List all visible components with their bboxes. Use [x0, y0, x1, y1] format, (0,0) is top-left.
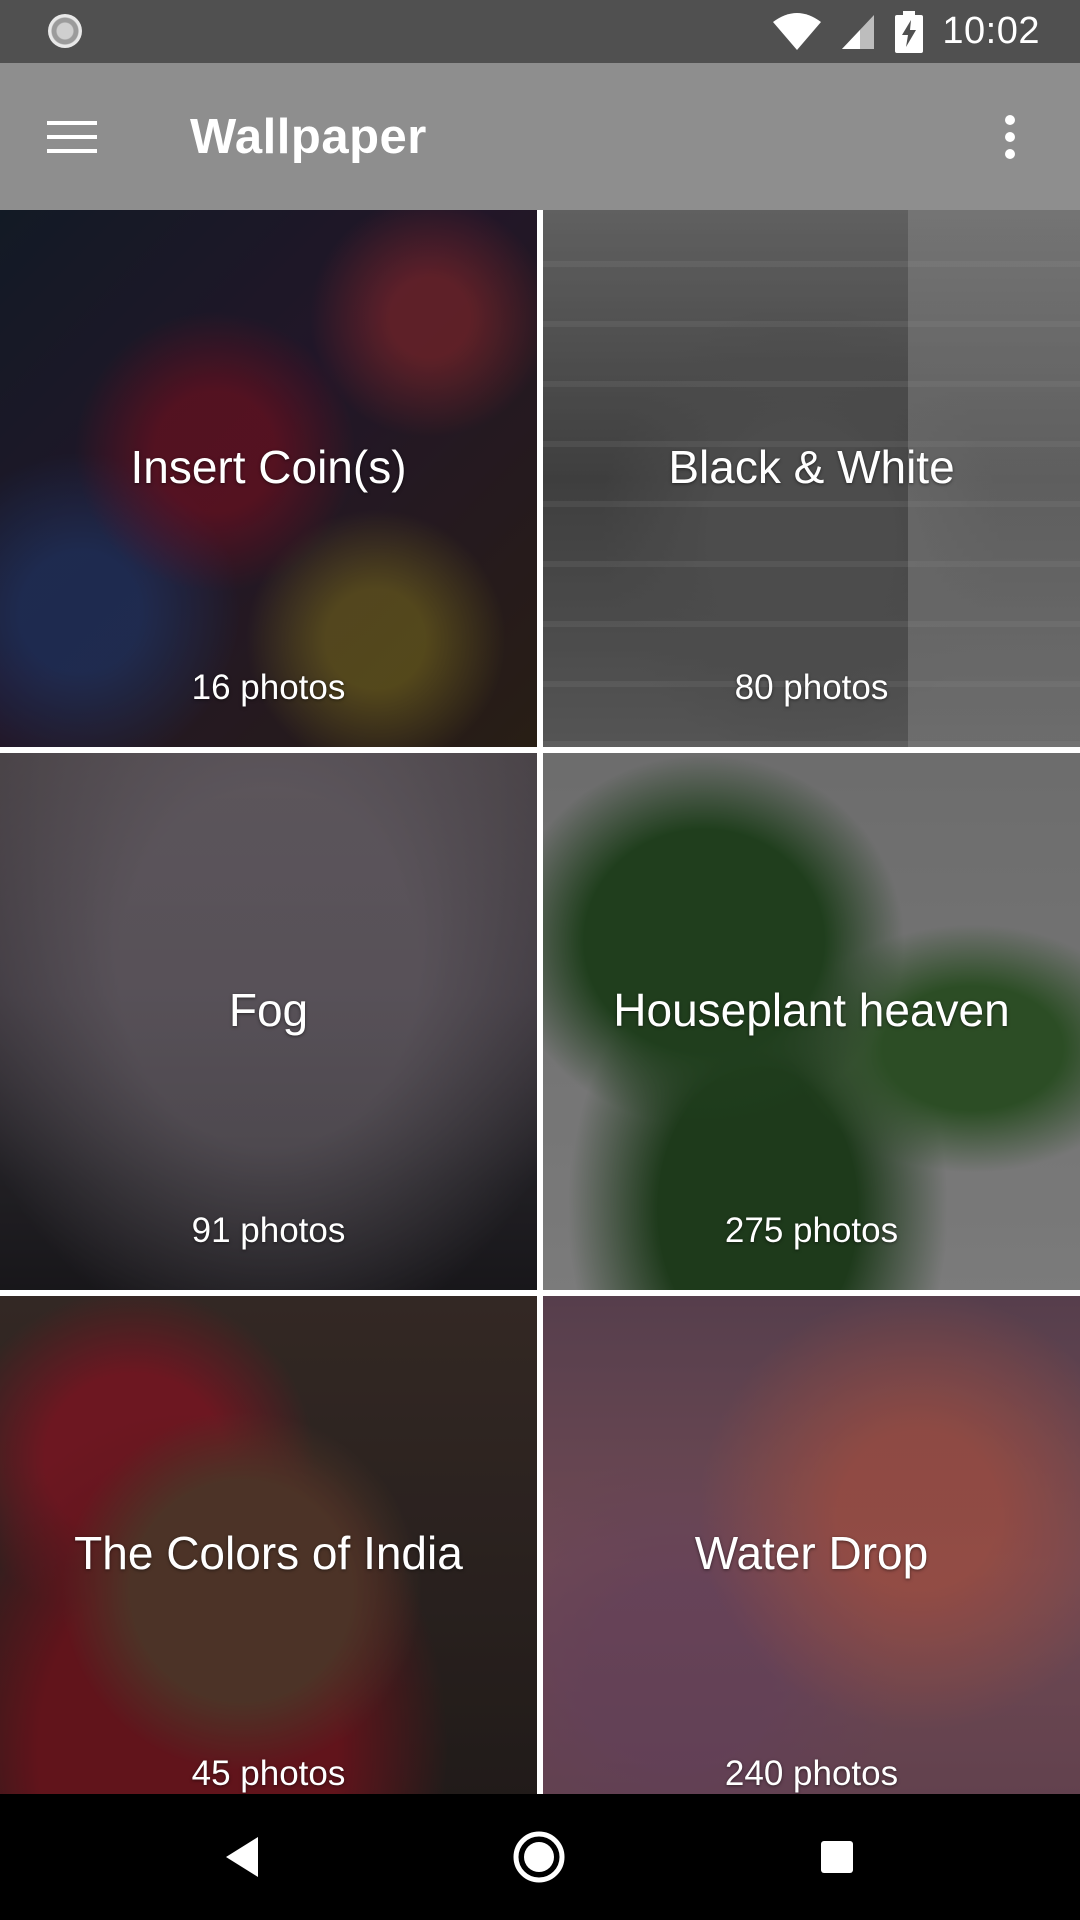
status-bar: 10:02 — [0, 0, 1080, 63]
battery-charging-icon — [895, 10, 924, 53]
app-bar: Wallpaper — [0, 63, 1080, 210]
collection-photo-count: 240 photos — [724, 1754, 899, 1793]
collections-grid: Insert Coin(s) 16 photos Black & White 8… — [0, 210, 1080, 1794]
collection-title: The Colors of India — [74, 1527, 463, 1579]
collection-title: Fog — [228, 984, 309, 1036]
collection-photo-count: 275 photos — [724, 1211, 899, 1250]
sync-indicator-icon — [48, 14, 82, 48]
collection-tile[interactable]: Water Drop 240 photos — [543, 1296, 1080, 1794]
collection-photo-count: 91 photos — [191, 1211, 346, 1250]
signal-icon — [842, 14, 875, 49]
collection-title: Water Drop — [694, 1527, 929, 1579]
system-navigation-bar — [0, 1794, 1080, 1920]
collection-tile[interactable]: The Colors of India 45 photos — [0, 1296, 537, 1794]
collection-tile[interactable]: Fog 91 photos — [0, 753, 537, 1290]
collection-title: Houseplant heaven — [613, 984, 1010, 1036]
collection-photo-count: 16 photos — [191, 668, 346, 707]
collection-photo-count: 80 photos — [734, 668, 889, 707]
back-button[interactable] — [206, 1821, 278, 1893]
recents-icon — [821, 1841, 853, 1873]
collection-tile[interactable]: Houseplant heaven 275 photos — [543, 753, 1080, 1290]
more-vert-icon — [1005, 115, 1015, 159]
collection-tile[interactable]: Insert Coin(s) 16 photos — [0, 210, 537, 747]
overflow-menu-button[interactable] — [972, 99, 1048, 175]
home-icon — [513, 1831, 565, 1883]
collection-photo-count: 45 photos — [191, 1754, 346, 1793]
home-button[interactable] — [503, 1821, 575, 1893]
collection-title: Insert Coin(s) — [130, 441, 407, 493]
wifi-icon — [773, 12, 822, 50]
collection-tile[interactable]: Black & White 80 photos — [543, 210, 1080, 747]
status-icons: 10:02 — [772, 0, 1040, 63]
back-icon — [226, 1837, 258, 1877]
navigation-menu-button[interactable] — [30, 99, 114, 175]
collection-title: Black & White — [668, 441, 955, 493]
hamburger-menu-icon — [47, 121, 97, 153]
recents-button[interactable] — [801, 1821, 873, 1893]
page-title: Wallpaper — [190, 109, 427, 164]
status-time: 10:02 — [942, 10, 1040, 52]
